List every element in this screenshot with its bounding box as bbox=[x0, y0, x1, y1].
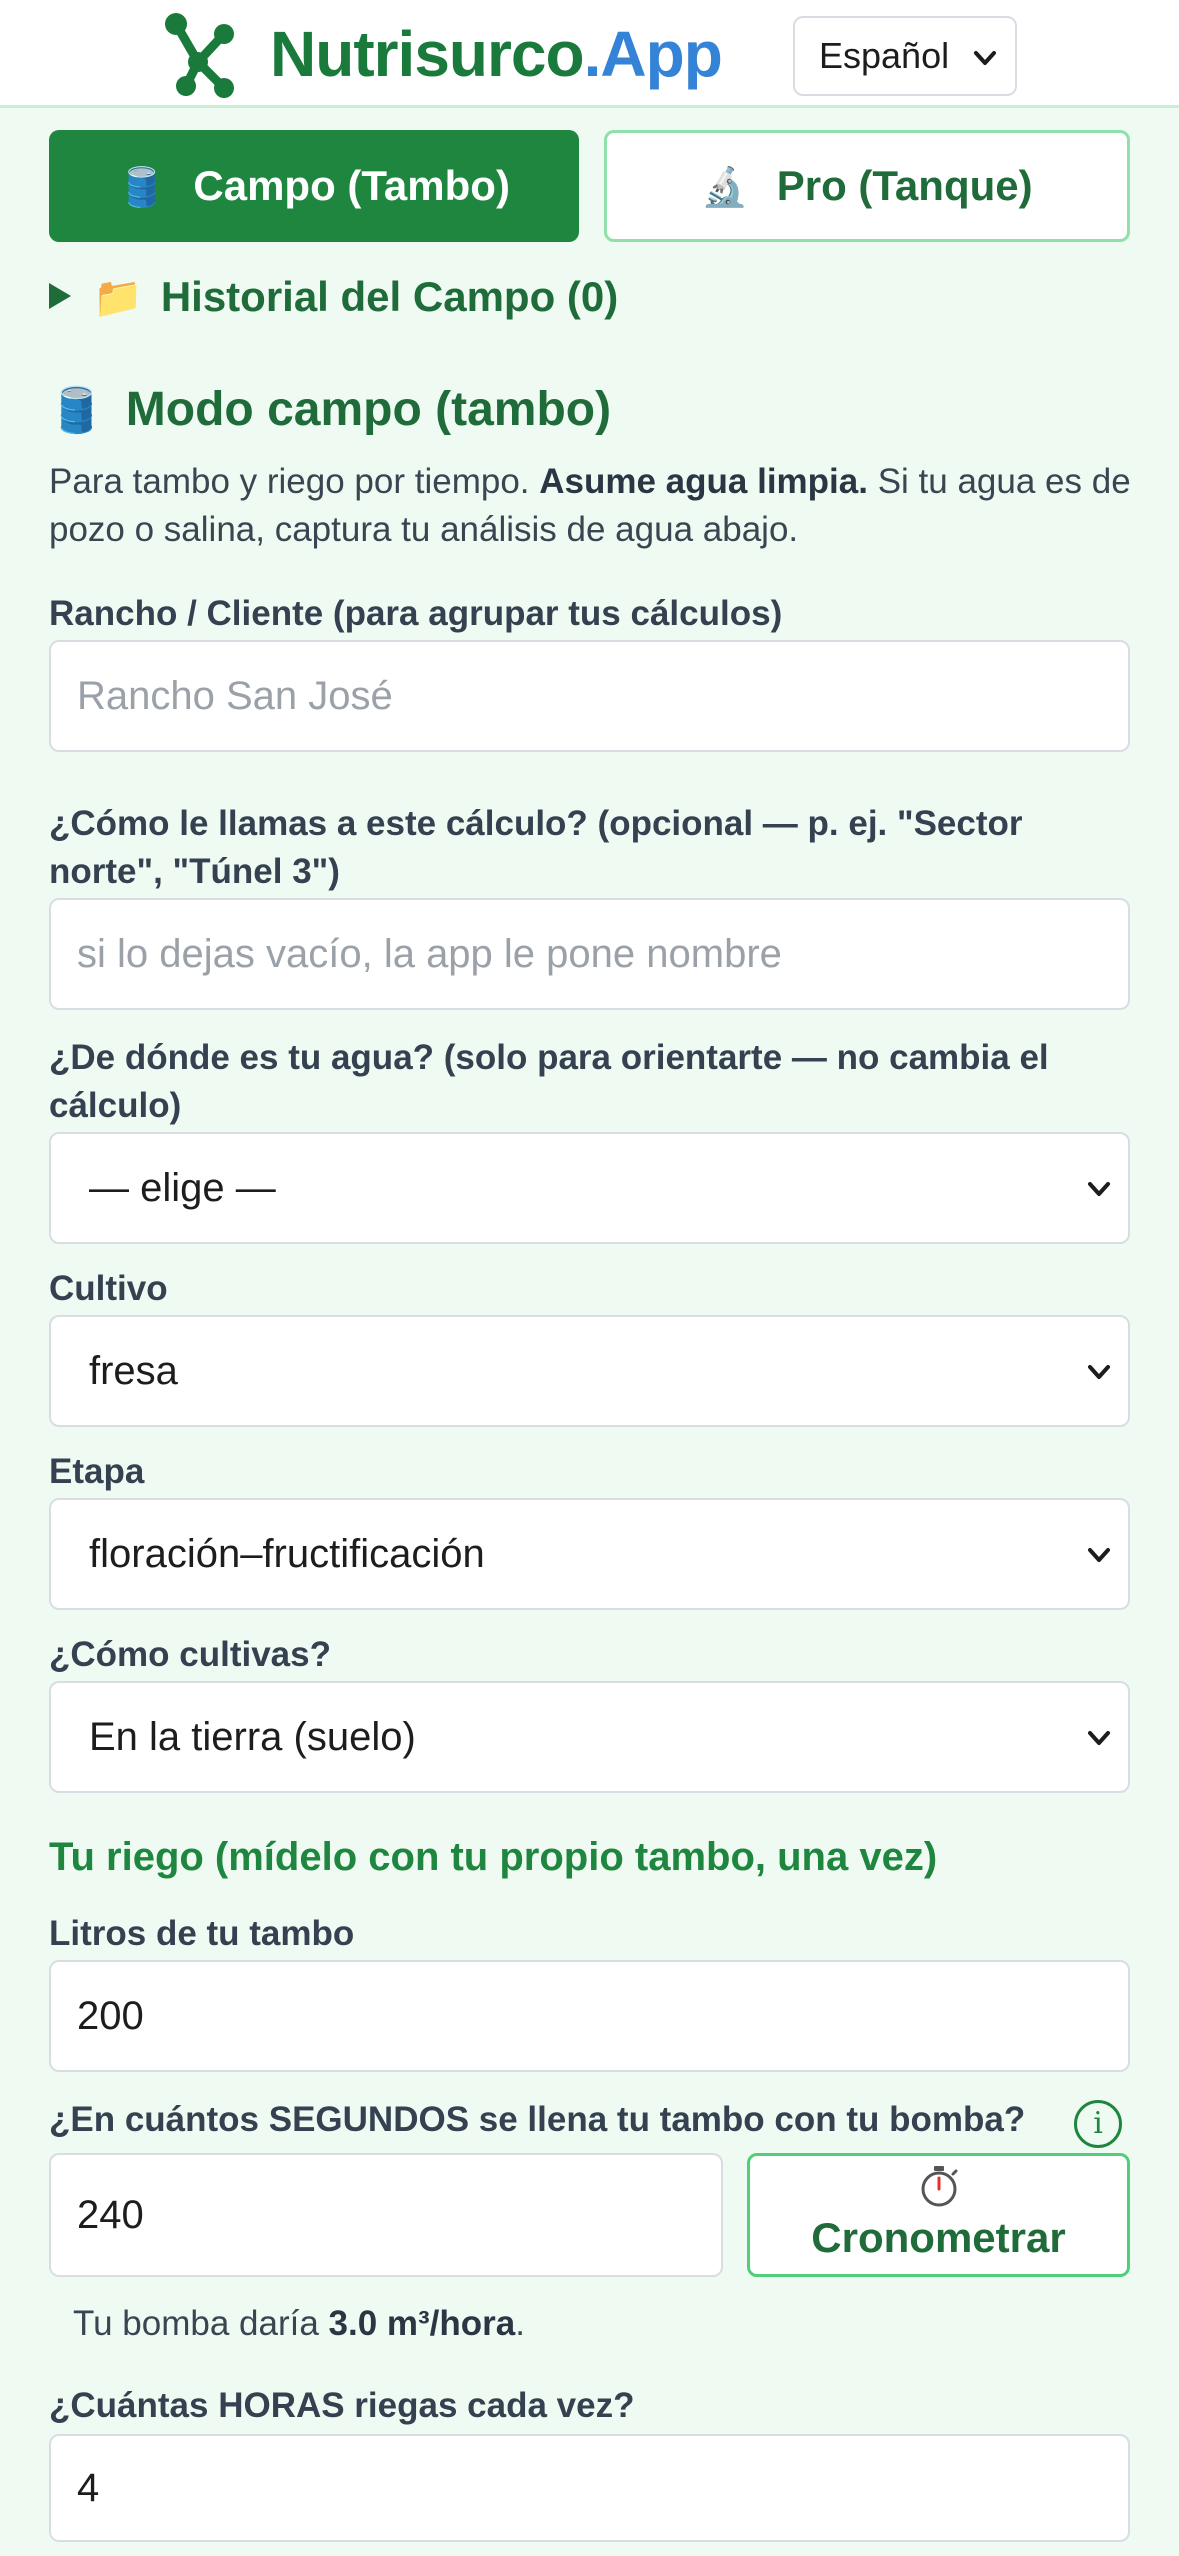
hours-label: ¿Cuántas HORAS riegas cada vez? bbox=[49, 2386, 635, 2425]
barrel-icon: 🛢️ bbox=[118, 167, 166, 209]
history-toggle[interactable]: 📁 Historial del Campo (0) bbox=[49, 270, 618, 325]
calc-name-label: ¿Cómo le llamas a este cálculo? (opciona… bbox=[49, 804, 1023, 891]
chevron-down-icon bbox=[1088, 1365, 1110, 1379]
growing-select[interactable]: En la tierra (suelo) bbox=[49, 1681, 1130, 1793]
tab-campo[interactable]: 🛢️ Campo (Tambo) bbox=[49, 130, 579, 242]
brand-name: Nutrisurco.App bbox=[270, 14, 723, 94]
calc-name-input[interactable]: si lo dejas vacío, la app le pone nombre bbox=[49, 898, 1130, 1010]
chevron-down-icon bbox=[1088, 1182, 1110, 1196]
stopwatch-button[interactable]: Cronometrar bbox=[747, 2153, 1130, 2277]
tab-pro-label: Pro (Tanque) bbox=[776, 162, 1033, 209]
stage-label: Etapa bbox=[49, 1452, 145, 1491]
liters-label: Litros de tu tambo bbox=[49, 1914, 355, 1953]
intro-bold: Asume agua limpia. bbox=[539, 462, 868, 501]
info-icon[interactable]: i bbox=[1074, 2100, 1122, 2148]
stage-select[interactable]: floración–fructificación bbox=[49, 1498, 1130, 1610]
hours-input[interactable]: 4 bbox=[49, 2434, 1130, 2542]
stopwatch-label: Cronometrar bbox=[811, 2214, 1066, 2261]
barrel-icon: 🛢️ bbox=[49, 386, 104, 435]
top-bar: Nutrisurco.App Español bbox=[0, 0, 1179, 108]
language-value: Español bbox=[819, 35, 950, 76]
chevron-down-icon bbox=[974, 51, 996, 65]
growing-value: En la tierra (suelo) bbox=[89, 1715, 416, 1759]
water-source-label: ¿De dónde es tu agua? (solo para orienta… bbox=[49, 1038, 1049, 1125]
tab-campo-label: Campo (Tambo) bbox=[193, 162, 510, 209]
growing-label: ¿Cómo cultivas? bbox=[49, 1635, 331, 1674]
stopwatch-icon bbox=[921, 2166, 957, 2207]
folder-icon: 📁 bbox=[93, 276, 143, 320]
liters-input[interactable]: 200 bbox=[49, 1960, 1130, 2072]
section-title-text: Modo campo (tambo) bbox=[125, 383, 612, 436]
tab-pro[interactable]: 🔬 Pro (Tanque) bbox=[604, 130, 1130, 242]
irrigation-heading: Tu riego (mídelo con tu propio tambo, un… bbox=[49, 1835, 938, 1879]
section-title: 🛢️ Modo campo (tambo) bbox=[49, 380, 611, 441]
disclosure-triangle-icon bbox=[49, 283, 71, 309]
ranch-input[interactable]: Rancho San José bbox=[49, 640, 1130, 752]
intro-text: Para tambo y riego por tiempo. Asume agu… bbox=[49, 458, 1139, 554]
seconds-label: ¿En cuántos SEGUNDOS se llena tu tambo c… bbox=[49, 2100, 1026, 2139]
microscope-icon: 🔬 bbox=[701, 167, 749, 209]
pump-rate-text: Tu bomba daría 3.0 m³/hora. bbox=[73, 2300, 525, 2348]
intro-before: Para tambo y riego por tiempo. bbox=[49, 462, 540, 501]
language-select[interactable]: Español bbox=[793, 16, 1017, 96]
chevron-down-icon bbox=[1088, 1548, 1110, 1562]
brand-name-suffix: .App bbox=[583, 18, 723, 90]
water-source-value: — elige — bbox=[89, 1166, 276, 1210]
pump-rate-value: 3.0 m³/hora bbox=[328, 2304, 516, 2343]
pump-before: Tu bomba daría bbox=[73, 2304, 329, 2343]
pump-after: . bbox=[515, 2304, 525, 2343]
crop-select[interactable]: fresa bbox=[49, 1315, 1130, 1427]
chevron-down-icon bbox=[1088, 1731, 1110, 1745]
crop-value: fresa bbox=[89, 1349, 178, 1393]
brand-name-main: Nutrisurco bbox=[270, 18, 585, 90]
seconds-input[interactable]: 240 bbox=[49, 2153, 723, 2277]
molecule-logo-icon bbox=[165, 13, 234, 98]
water-source-select[interactable]: — elige — bbox=[49, 1132, 1130, 1244]
crop-label: Cultivo bbox=[49, 1269, 168, 1308]
history-label: Historial del Campo (0) bbox=[160, 273, 619, 320]
stage-value: floración–fructificación bbox=[89, 1532, 485, 1576]
ranch-label: Rancho / Cliente (para agrupar tus cálcu… bbox=[49, 594, 783, 633]
